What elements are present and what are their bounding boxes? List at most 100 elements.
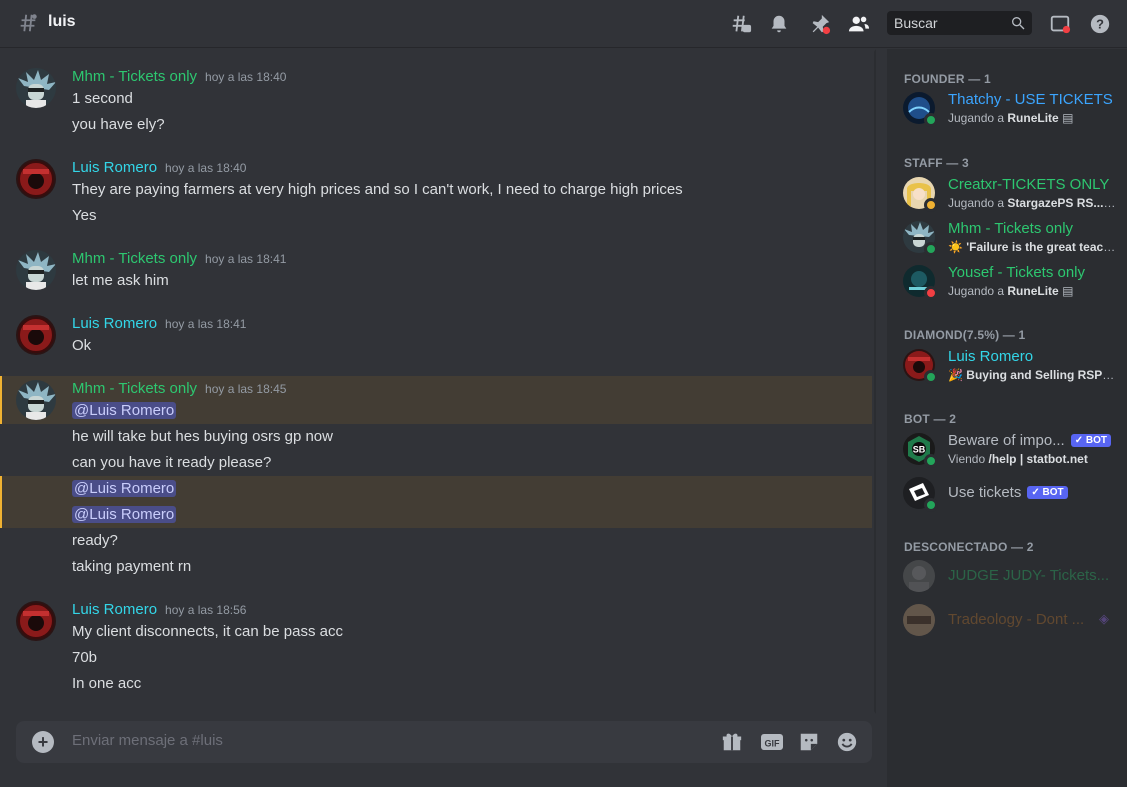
svg-text:SB: SB [913, 445, 926, 455]
message-text: @Luis Romero [72, 480, 177, 497]
bell-icon[interactable] [767, 12, 791, 36]
members-icon[interactable] [847, 12, 871, 36]
message-author[interactable]: Mhm - Tickets only hoy a las 18:45 [72, 380, 286, 397]
search-icon [1012, 16, 1025, 30]
message-timestamp: hoy a las 18:40 [205, 70, 287, 84]
user-mention[interactable]: @Luis Romero [72, 506, 177, 523]
message-author[interactable]: Mhm - Tickets only hoy a las 18:40 [72, 68, 286, 85]
member-activity: Jugando a RuneLite ▤ [948, 111, 1074, 125]
status-online-icon [924, 242, 938, 256]
section-staff: STAFF — 3 [904, 156, 969, 170]
status-dnd-icon [924, 286, 938, 300]
section-founder: FOUNDER — 1 [904, 72, 991, 86]
gift-icon[interactable] [720, 730, 744, 754]
message-text: he will take but hes buying osrs gp now [72, 428, 333, 445]
status-idle-icon [924, 198, 938, 212]
hashtag-icon [20, 14, 37, 32]
inbox-icon[interactable] [1048, 12, 1072, 36]
member-item[interactable]: Yousef - Tickets only Jugando a RuneLite… [903, 261, 1119, 301]
message-text: can you have it ready please? [72, 454, 272, 471]
emoji-icon[interactable] [835, 730, 859, 754]
message-text: 70b [72, 649, 98, 666]
member-item[interactable]: Luis Romero 🎉 Buying and Selling RSPS a.… [903, 345, 1119, 385]
avatar [903, 477, 938, 512]
message-text: My client disconnects, it can be pass ac… [72, 623, 343, 640]
message-timestamp: hoy a las 18:41 [165, 317, 247, 331]
message-text: They are paying farmers at very high pri… [72, 181, 683, 198]
message-text: Ok [72, 337, 92, 354]
message-timestamp: hoy a las 18:45 [205, 382, 287, 396]
member-item[interactable]: JUDGE JUDY- Tickets... [903, 556, 1119, 596]
message-text: 1 second [72, 90, 133, 107]
member-activity: 🎉 Buying and Selling RSPS a... [948, 368, 1116, 382]
bot-badge: ✓ BOT [1027, 486, 1068, 499]
avatar [903, 604, 935, 636]
message-timestamp: hoy a las 18:41 [205, 252, 287, 266]
member-activity: Viendo /help | statbot.net [948, 452, 1088, 466]
avatar [903, 265, 938, 300]
search-box[interactable] [887, 11, 1032, 35]
member-name: Creatxr-TICKETS ONLY [948, 176, 1110, 193]
avatar-mhm[interactable] [16, 68, 56, 108]
member-activity: Jugando a RuneLite ▤ [948, 284, 1074, 298]
member-item[interactable]: Use tickets ✓ BOT [903, 473, 1119, 513]
message-author[interactable]: Mhm - Tickets only hoy a las 18:41 [72, 250, 286, 267]
avatar [903, 349, 938, 384]
discord-app: luis ? [0, 0, 1127, 787]
section-offline: DESCONECTADO — 2 [904, 540, 1034, 554]
rich-presence-icon: ▤ [1062, 111, 1074, 125]
gif-icon[interactable]: GIF [760, 730, 784, 754]
bot-badge: ✓ BOT [1070, 434, 1111, 447]
message-text: @Luis Romero [72, 506, 177, 523]
member-item[interactable]: SB Beware of impo... ✓ BOT Viendo /help |… [903, 429, 1119, 469]
avatar-mhm[interactable] [16, 380, 56, 420]
scrollbar-track[interactable] [874, 49, 876, 714]
rich-presence-icon: ▤ [1062, 284, 1074, 298]
svg-text:?: ? [1096, 17, 1104, 32]
avatar [903, 177, 938, 212]
member-name: Beware of impo... ✓ BOT [948, 432, 1111, 449]
member-item[interactable]: Thatchy - USE TICKETS Jugando a RuneLite… [903, 88, 1119, 128]
user-mention[interactable]: @Luis Romero [72, 402, 177, 419]
message-timestamp: hoy a las 18:40 [165, 161, 247, 175]
member-item[interactable]: Creatxr-TICKETS ONLY Jugando a StargazeP… [903, 173, 1119, 213]
member-name: Yousef - Tickets only [948, 264, 1086, 281]
message-author[interactable]: Luis Romero hoy a las 18:56 [72, 601, 246, 618]
member-item[interactable]: Tradeology - Dont ... ◈ [903, 600, 1119, 640]
message-author[interactable]: Luis Romero hoy a las 18:41 [72, 315, 246, 332]
avatar-mhm[interactable] [16, 250, 56, 290]
avatar [903, 92, 938, 127]
user-mention[interactable]: @Luis Romero [72, 480, 177, 497]
avatar-luis[interactable] [16, 159, 56, 199]
message-list: Mhm - Tickets only hoy a las 18:40 1 seco… [0, 49, 876, 714]
message-input[interactable] [72, 732, 672, 749]
status-online-icon [924, 370, 938, 384]
pin-icon[interactable] [808, 12, 832, 36]
message-author[interactable]: Luis Romero hoy a las 18:40 [72, 159, 246, 176]
member-name: Use tickets ✓ BOT [948, 484, 1068, 501]
search-input[interactable] [894, 15, 1006, 31]
avatar-luis[interactable] [16, 315, 56, 355]
member-activity: ☀️ 'Failure is the great teache... [948, 240, 1116, 254]
message-text: taking payment rn [72, 558, 192, 575]
member-name: Thatchy - USE TICKETS [948, 91, 1113, 108]
avatar-luis[interactable] [16, 601, 56, 641]
help-icon[interactable]: ? [1088, 12, 1112, 36]
message-text: let me ask him [72, 272, 169, 289]
member-item[interactable]: Mhm - Tickets only ☀️ 'Failure is the gr… [903, 217, 1119, 257]
channel-header: luis ? [0, 0, 1127, 48]
message-text: In one acc [72, 675, 142, 692]
sticker-icon[interactable] [797, 730, 821, 754]
chat-area: Mhm - Tickets only hoy a las 18:40 1 seco… [0, 49, 887, 787]
section-diamond: DIAMOND(7.5%) — 1 [904, 328, 1026, 342]
status-online-icon [924, 498, 938, 512]
plus-icon[interactable]: + [32, 731, 54, 753]
channel-name: luis [48, 13, 76, 30]
avatar: SB [903, 433, 938, 468]
status-online-icon [924, 454, 938, 468]
avatar [903, 560, 935, 592]
threads-icon[interactable] [729, 12, 753, 36]
message-composer: + GIF [16, 721, 872, 763]
svg-text:GIF: GIF [765, 739, 781, 749]
status-online-icon [924, 113, 938, 127]
